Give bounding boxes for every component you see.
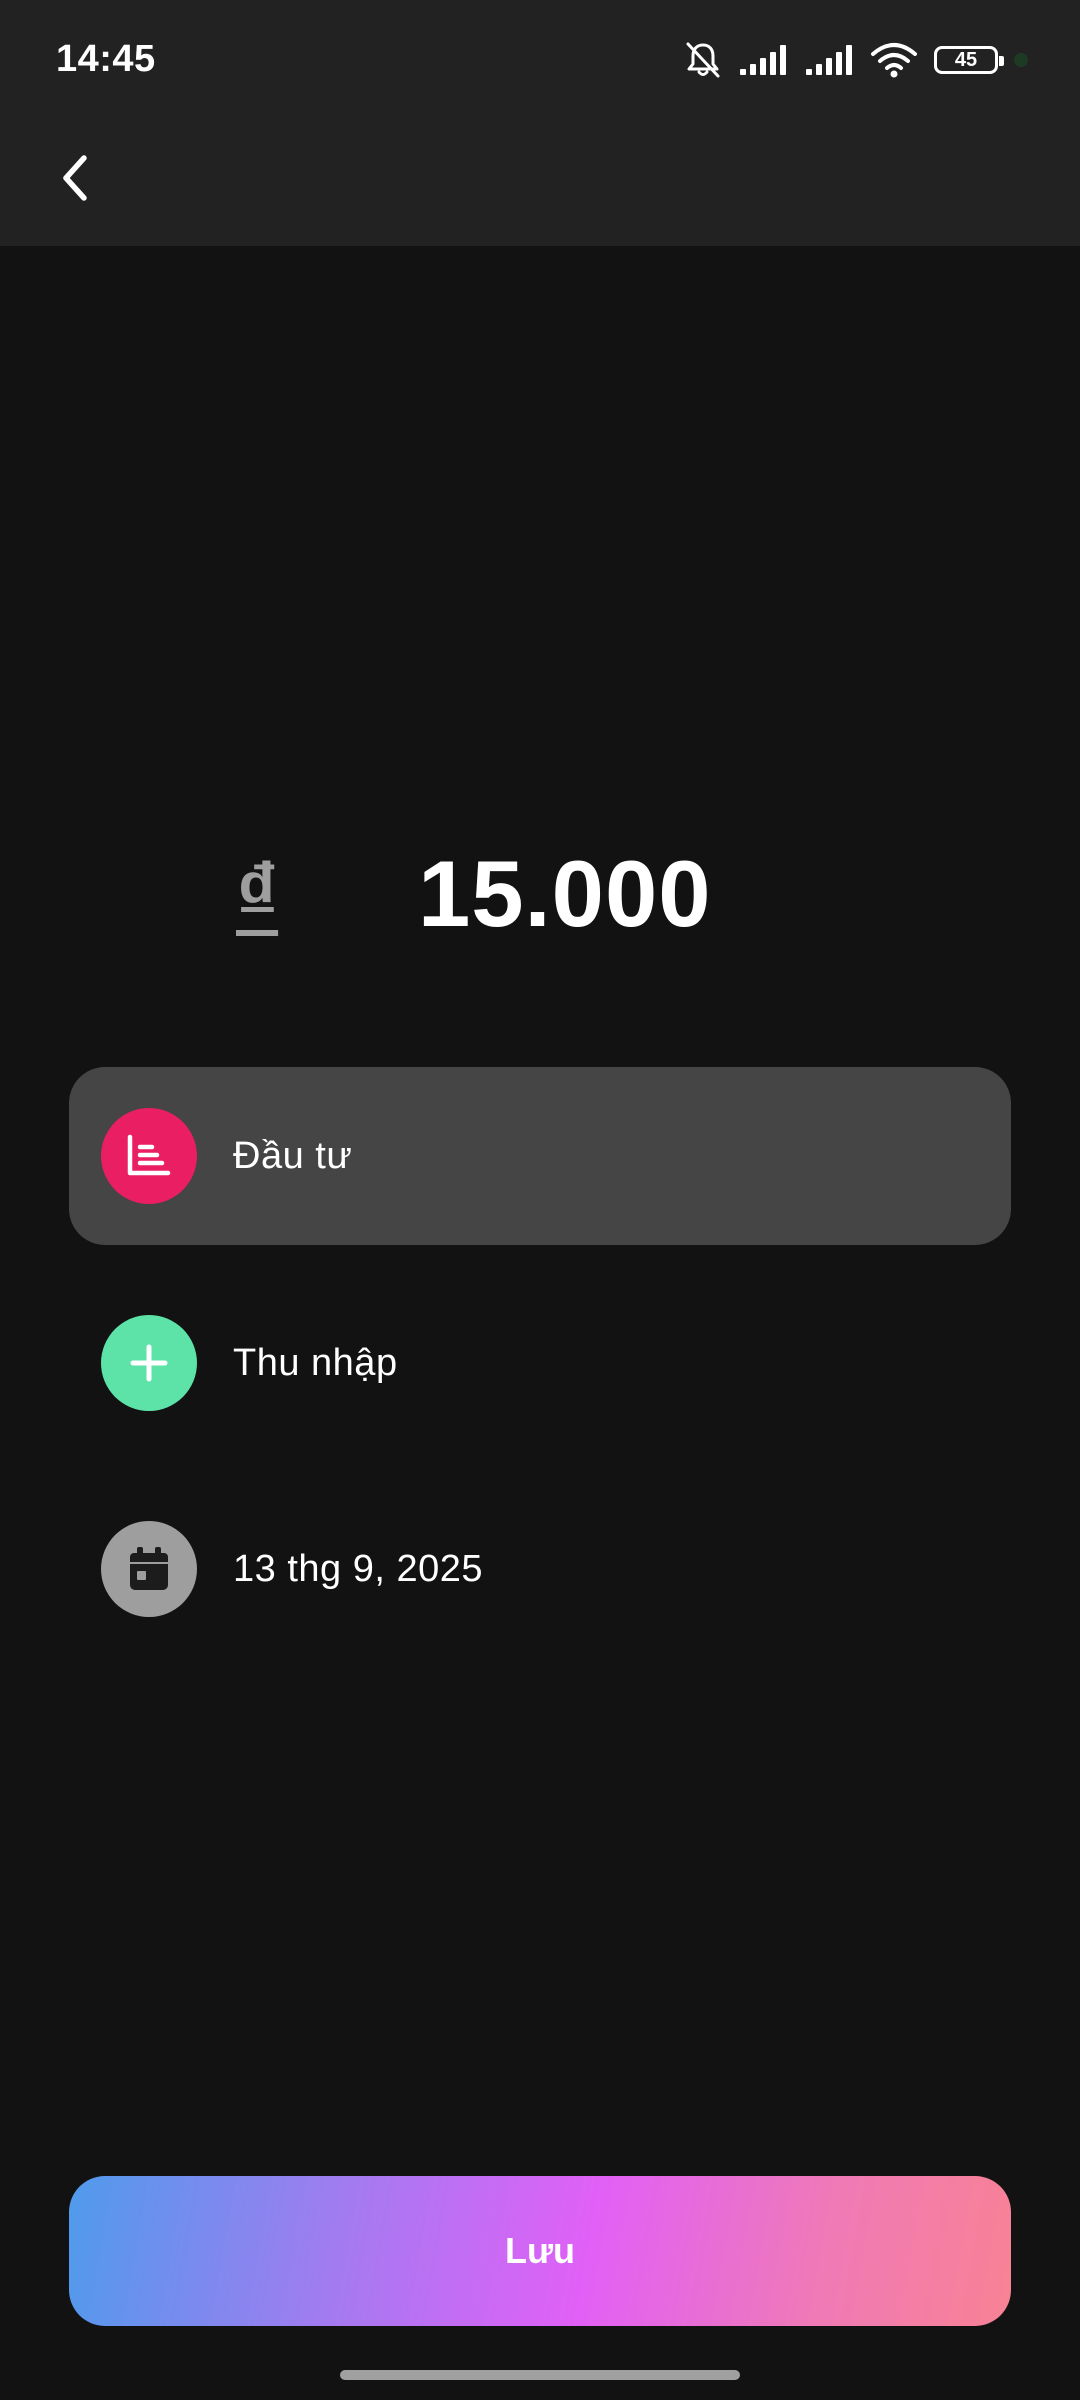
chart-bars-icon: [101, 1108, 197, 1204]
save-button-label: Lưu: [504, 2230, 576, 2271]
status-icons: 45: [684, 36, 1028, 84]
status-time: 14:45: [56, 38, 156, 80]
currency-symbol[interactable]: ₫: [236, 846, 278, 940]
wifi-icon: [870, 42, 918, 78]
category-selector[interactable]: Đầu tư: [69, 1067, 1011, 1245]
date-selector[interactable]: 13 thg 9, 2025: [69, 1480, 1011, 1658]
signal-icon: [738, 43, 788, 77]
type-selector[interactable]: Thu nhập: [69, 1274, 1011, 1452]
category-label: Đầu tư: [233, 1134, 353, 1177]
signal-icon: [804, 43, 854, 77]
back-button[interactable]: [40, 144, 112, 216]
battery-level: 45: [954, 49, 978, 71]
amount-display[interactable]: ₫ 15.000: [0, 840, 1080, 960]
battery-icon: 45: [934, 46, 1004, 74]
amount-value[interactable]: 15.000: [418, 840, 712, 948]
type-label: Thu nhập: [233, 1341, 398, 1384]
date-label: 13 thg 9, 2025: [233, 1547, 483, 1590]
chevron-left-icon: [56, 152, 96, 209]
plus-icon: [101, 1315, 197, 1411]
home-indicator[interactable]: [340, 2370, 740, 2380]
app-bar: [0, 122, 1080, 246]
camera-indicator-dot: [1014, 53, 1028, 67]
calendar-icon: [101, 1521, 197, 1617]
bell-off-icon: [684, 40, 722, 80]
save-button[interactable]: Lưu: [69, 2176, 1011, 2326]
status-bar: 14:45 45: [0, 0, 1080, 122]
